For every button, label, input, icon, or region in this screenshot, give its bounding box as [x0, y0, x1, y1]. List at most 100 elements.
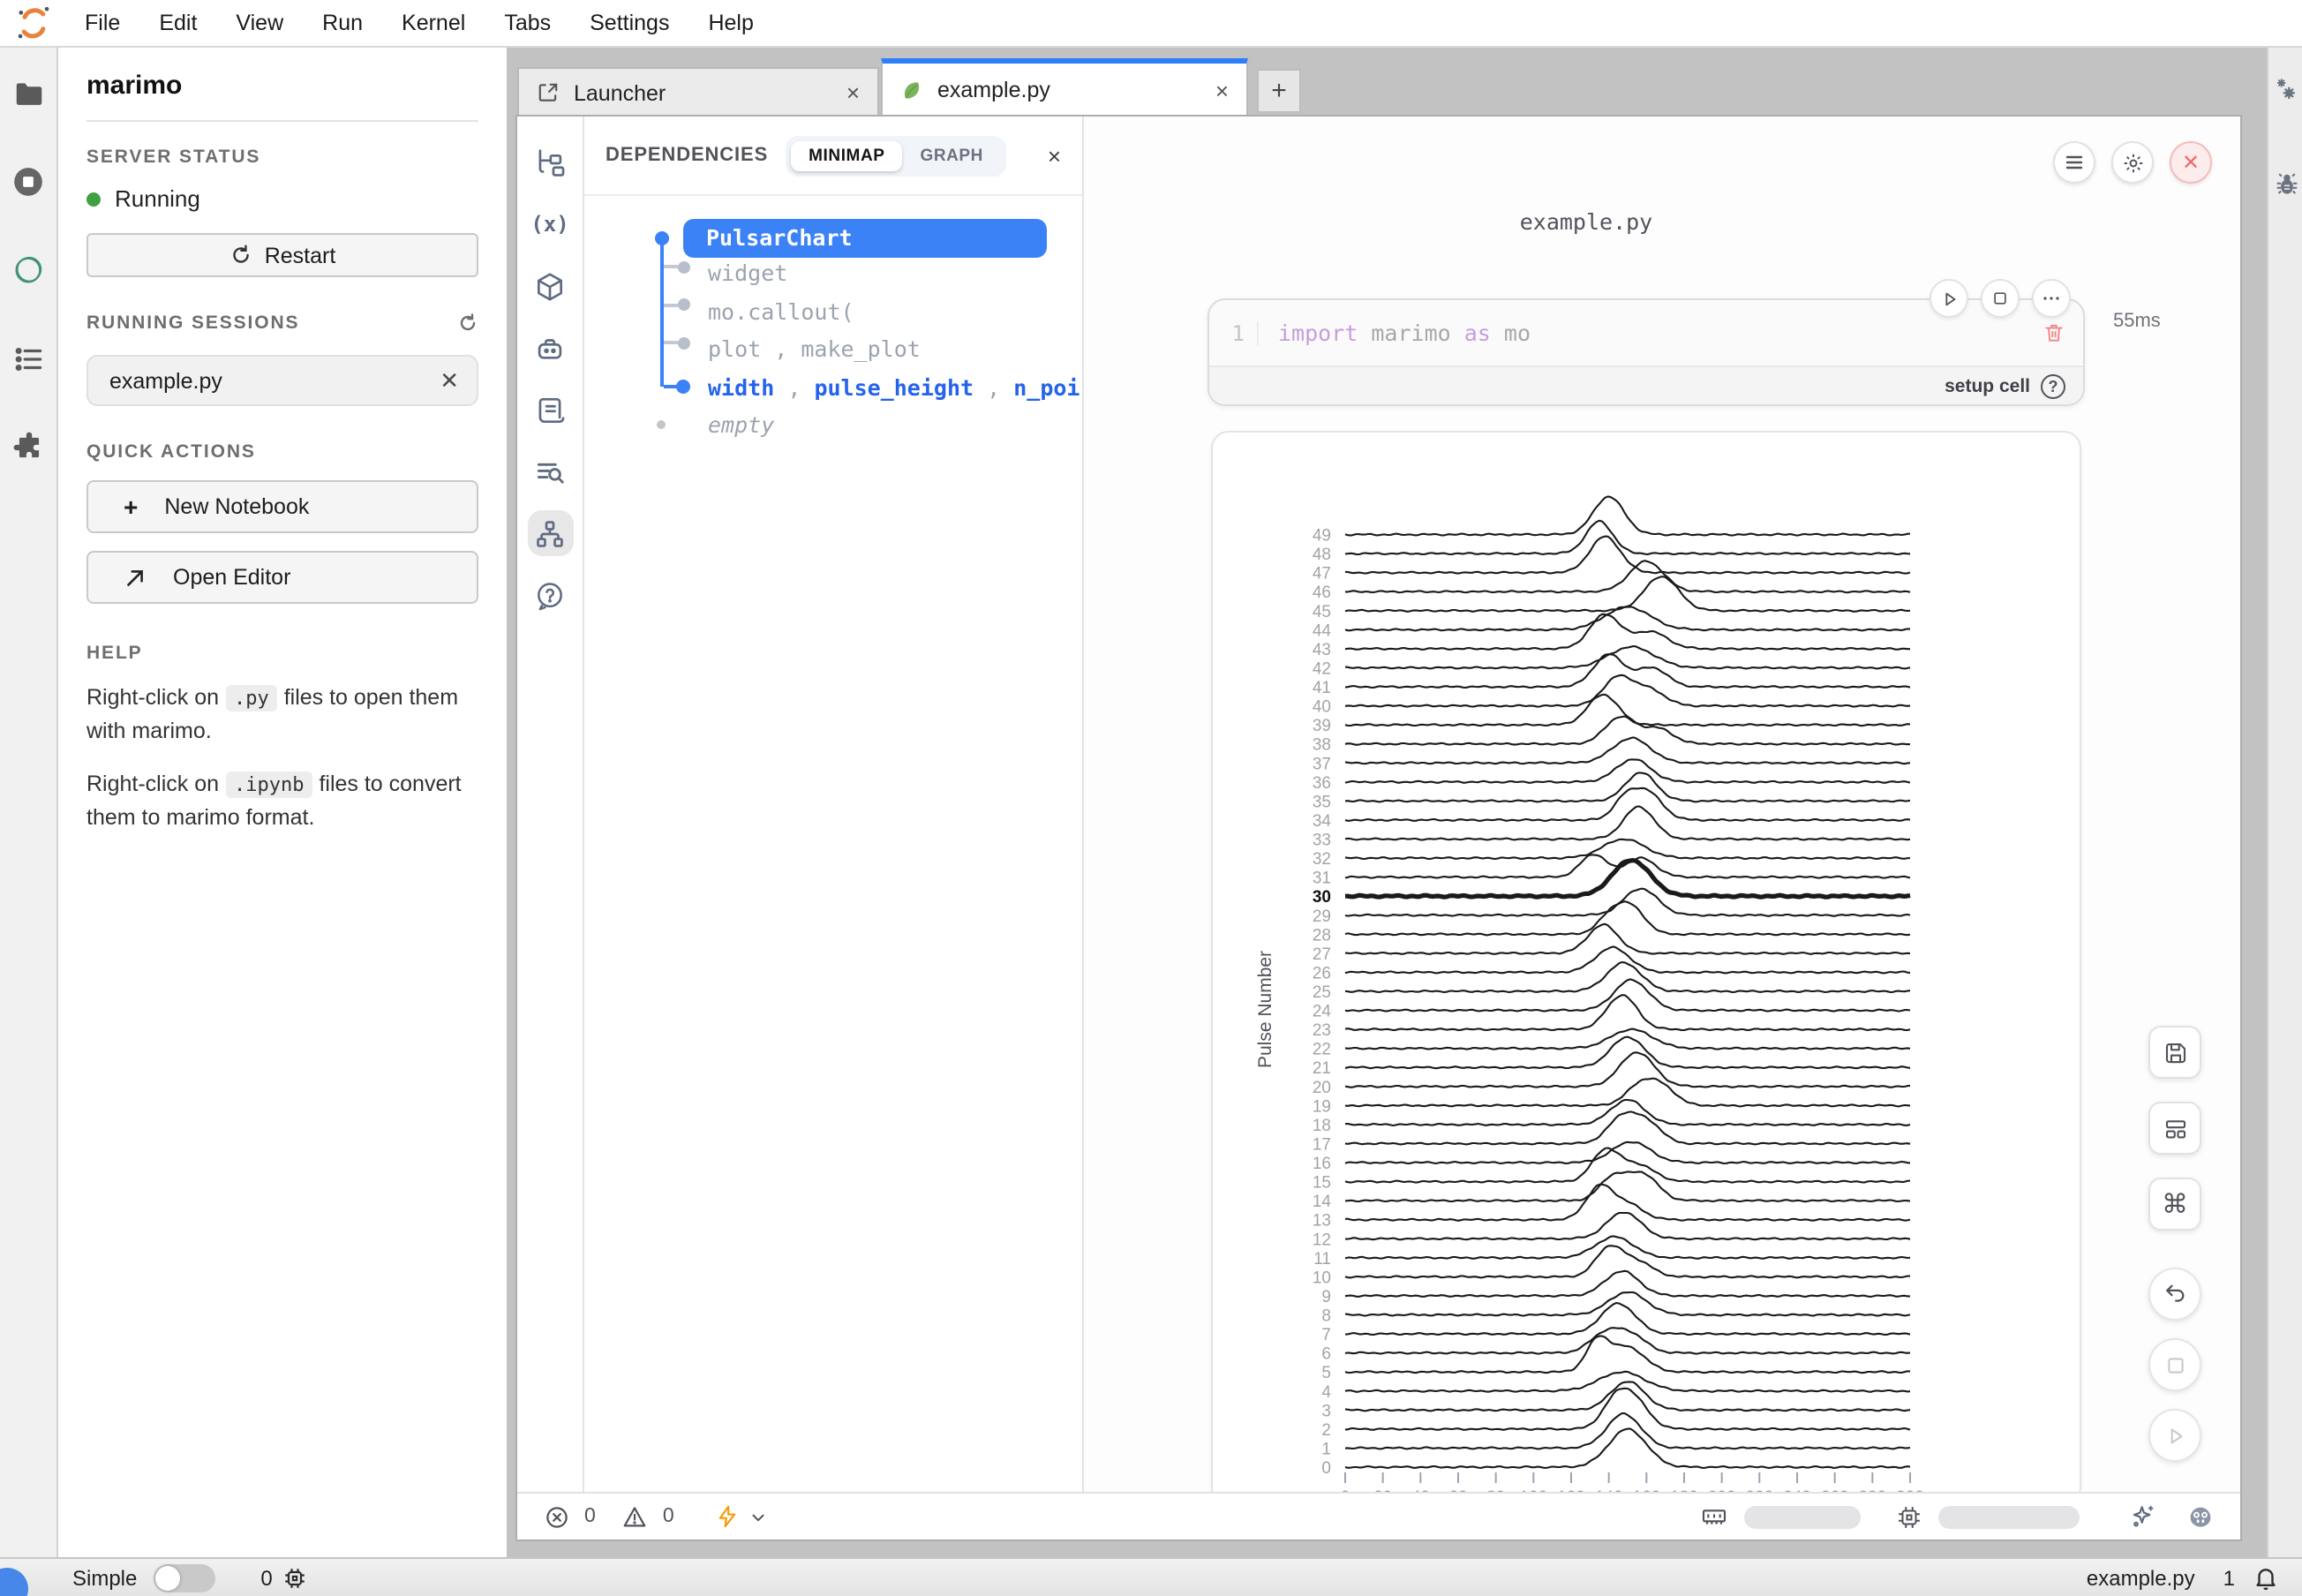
logs-icon[interactable] [527, 387, 573, 433]
command-palette-button[interactable]: ⌘ [2148, 1178, 2201, 1231]
svg-text:260: 260 [1821, 1488, 1849, 1492]
assistant-avatar-icon[interactable] [2185, 1502, 2215, 1532]
setup-help-icon[interactable]: ? [2041, 373, 2065, 398]
app-status-bar: Simple 0 example.py 1 [0, 1557, 2302, 1596]
close-panel-icon[interactable]: × [1048, 142, 1061, 169]
svg-text:1: 1 [1321, 1440, 1331, 1458]
notebook-window: (x) [517, 117, 2240, 1540]
menu-tabs[interactable]: Tabs [485, 11, 570, 35]
file-tree-icon[interactable] [527, 139, 573, 185]
debug-bug-icon[interactable] [2268, 171, 2302, 198]
delete-cell-icon[interactable] [2042, 321, 2065, 344]
marimo-panel-icon[interactable] [11, 252, 46, 288]
cell-more-options-button[interactable] [2032, 279, 2071, 318]
scratchpad-search-icon[interactable] [527, 448, 573, 494]
help-heading: HELP [87, 643, 478, 664]
run-cell-button[interactable] [1930, 279, 1968, 318]
tree-item-defs[interactable]: width , pulse_height , n_poi [708, 373, 1080, 400]
right-sidebar-strip [2267, 48, 2302, 1557]
graph-tab[interactable]: GRAPH [903, 140, 1001, 170]
help-icon[interactable] [527, 572, 573, 618]
svg-text:10: 10 [1313, 1269, 1331, 1287]
run-mode-bolt-icon[interactable] [715, 1504, 740, 1529]
marimo-logo-icon [16, 5, 51, 41]
svg-text:37: 37 [1313, 755, 1331, 773]
tree-item-empty[interactable]: empty [708, 411, 774, 438]
ai-sparkle-icon[interactable] [2129, 1502, 2157, 1531]
table-of-contents-icon[interactable] [11, 341, 46, 376]
tab-example-py[interactable]: example.py × [881, 58, 1248, 117]
statusbar-filename[interactable]: example.py [2087, 1565, 2195, 1590]
tab-launcher[interactable]: Launcher × [517, 67, 879, 117]
open-editor-button[interactable]: Open Editor [87, 551, 478, 604]
activity-bar [0, 48, 58, 1557]
svg-text:5: 5 [1321, 1364, 1331, 1382]
tree-item-callout[interactable]: mo.callout( [708, 297, 854, 324]
running-kernels-icon[interactable] [11, 164, 46, 200]
file-browser-icon[interactable] [11, 76, 46, 111]
menu-bar: File Edit View Run Kernel Tabs Settings … [0, 0, 2302, 48]
refresh-sessions-icon[interactable] [457, 312, 478, 334]
menu-view[interactable]: View [216, 11, 303, 35]
menu-run[interactable]: Run [303, 11, 382, 35]
notebook-status-bar: 0 0 [517, 1492, 2240, 1540]
simple-mode-toggle[interactable] [153, 1563, 214, 1592]
session-item[interactable]: example.py ✕ [87, 355, 478, 406]
advanced-settings-icon[interactable] [2268, 76, 2302, 104]
tree-item-widget[interactable]: widget [708, 260, 787, 286]
chevron-down-icon[interactable] [749, 1507, 768, 1526]
save-button[interactable] [2148, 1026, 2201, 1079]
ipynb-extension-chip: .ipynb [225, 772, 313, 798]
tree-item-pulsarchart[interactable]: PulsarChart [683, 219, 1047, 258]
server-status-value: Running [115, 185, 200, 212]
menu-settings[interactable]: Settings [570, 11, 688, 35]
svg-text:220: 220 [1745, 1488, 1773, 1492]
svg-text:32: 32 [1313, 850, 1331, 869]
setup-cell-label: setup cell [1945, 375, 2030, 396]
new-tab-button[interactable]: + [1257, 69, 1301, 113]
packages-icon[interactable] [527, 263, 573, 309]
undo-button[interactable] [2148, 1268, 2201, 1321]
extensions-icon[interactable] [11, 429, 46, 464]
kernel-chip-icon[interactable] [283, 1565, 308, 1590]
simple-mode-label: Simple [72, 1565, 137, 1590]
run-all-button[interactable] [2148, 1409, 2201, 1462]
shutdown-kernel-button[interactable]: ✕ [2170, 141, 2212, 184]
variables-icon[interactable]: (x) [527, 201, 573, 247]
dependencies-panel-icon[interactable] [527, 510, 573, 556]
menu-edit[interactable]: Edit [139, 11, 216, 35]
layout-button[interactable] [2148, 1102, 2201, 1155]
code-text: import marimo as mo [1278, 320, 1531, 346]
svg-text:34: 34 [1313, 812, 1332, 831]
pulsar-ridgeline-chart[interactable]: 0204060801001201401601802002202402602803… [1213, 433, 2083, 1492]
close-tab-icon[interactable]: × [1215, 77, 1229, 103]
close-tab-icon[interactable]: × [846, 79, 860, 106]
restart-button[interactable]: Restart [87, 233, 478, 277]
menu-kernel[interactable]: Kernel [382, 11, 485, 35]
tree-item-plot[interactable]: plot , make_plot [708, 335, 921, 362]
cpu-progress [1938, 1505, 2080, 1528]
svg-text:15: 15 [1313, 1174, 1331, 1193]
menu-file[interactable]: File [65, 11, 139, 35]
menu-help[interactable]: Help [688, 11, 772, 35]
svg-text:200: 200 [1708, 1488, 1736, 1492]
errors-icon[interactable] [544, 1503, 570, 1530]
tab-launcher-label: Launcher [574, 80, 666, 105]
stop-cell-button[interactable] [1981, 279, 2020, 318]
interrupt-button[interactable] [2148, 1338, 2201, 1391]
bell-icon[interactable] [2253, 1564, 2279, 1591]
ai-assistant-icon[interactable] [527, 325, 573, 371]
svg-text:11: 11 [1313, 1250, 1331, 1269]
minimap-tab[interactable]: MINIMAP [791, 140, 902, 170]
svg-text:44: 44 [1313, 621, 1332, 640]
svg-text:24: 24 [1313, 1003, 1332, 1021]
svg-text:240: 240 [1783, 1488, 1811, 1492]
svg-text:36: 36 [1313, 774, 1331, 793]
warnings-icon[interactable] [622, 1503, 649, 1530]
notebook-menu-button[interactable] [2053, 141, 2095, 184]
notebook-action-column: ⌘ [2148, 1026, 2201, 1479]
notebook-settings-button[interactable] [2111, 141, 2154, 184]
close-session-icon[interactable]: ✕ [440, 366, 459, 395]
svg-text:0: 0 [1341, 1488, 1350, 1492]
new-notebook-button[interactable]: + New Notebook [87, 480, 478, 533]
